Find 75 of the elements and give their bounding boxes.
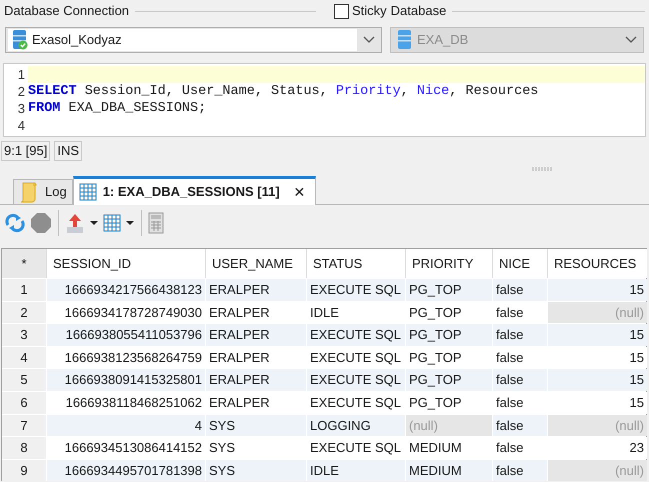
row-number: 2 (2, 302, 46, 324)
row-number: 7 (2, 414, 46, 436)
sql-editor[interactable]: 1 2 SELECT Session_Id, User_Name, Status, Priority, Nice, Resources 3 FROM EXA_DBA_SESSIONS; 4 (3, 63, 646, 137)
close-button[interactable]: ✕ (294, 182, 306, 202)
caret-icon[interactable] (125, 220, 135, 226)
table-cell: 4 (46, 414, 205, 436)
row-number: 3 (2, 324, 46, 346)
stop-sign-icon[interactable] (30, 212, 52, 234)
tab[interactable]: Log (13, 179, 73, 204)
chevron-down-icon (362, 35, 376, 45)
column-header[interactable]: USER_NAME (205, 249, 306, 278)
line-number: 1 (4, 66, 28, 83)
column-header[interactable]: NICE (492, 249, 547, 278)
database-icon (397, 29, 413, 51)
row-number: 5 (2, 369, 46, 391)
code-line: SELECT Session_Id, User_Name, Status, Priority, Nice, Resources (28, 83, 538, 100)
scroll-icon (19, 181, 39, 203)
table-cell: false (492, 279, 547, 301)
table-cell: false (492, 460, 547, 482)
status-field: INS (54, 141, 82, 161)
table-cell: 15 (547, 369, 647, 391)
field-label: Database (390, 2, 446, 20)
table-cell: 1666934495701781398 (46, 460, 205, 482)
grid-icon[interactable] (103, 214, 121, 232)
table-cell: ERALPER (205, 369, 306, 391)
grid-icon (78, 183, 97, 201)
row-number: 4 (2, 346, 46, 368)
table-cell: SYS (205, 460, 306, 482)
export-icon[interactable] (65, 212, 85, 234)
column-header[interactable]: SESSION_ID (46, 249, 205, 278)
table-cell: IDLE (306, 460, 405, 482)
table-cell: 1666938055411053796 (46, 324, 205, 346)
status-field: 9:1 [95] (1, 141, 50, 161)
column-header[interactable]: STATUS (306, 249, 405, 278)
database-icon (12, 29, 28, 51)
table-cell: EXECUTE SQL (306, 279, 405, 301)
table-cell: LOGGING (306, 414, 405, 436)
checkbox-label: Sticky (352, 2, 387, 20)
table-cell: ERALPER (205, 279, 306, 301)
table-cell: false (492, 324, 547, 346)
caret-icon[interactable] (89, 220, 99, 226)
field-label: Database Connection (4, 2, 130, 20)
table-cell: PG_TOP (405, 279, 492, 301)
table-cell: false (492, 369, 547, 391)
row-number: 9 (2, 460, 46, 482)
table-cell: EXECUTE SQL (306, 324, 405, 346)
column-header[interactable]: RESOURCES (547, 249, 647, 278)
sticky-checkbox[interactable] (334, 4, 349, 18)
table-cell: (null) (547, 460, 647, 482)
connection-dropdown[interactable]: Exasol_Kodyaz (5, 27, 382, 53)
tab[interactable]: 1: EXA_DBA_SESSIONS [11] ✕ (72, 176, 316, 205)
calculator-icon[interactable] (148, 212, 164, 234)
table-cell: PG_TOP (405, 369, 492, 391)
grip-icon[interactable] (532, 167, 552, 171)
table-cell: 15 (547, 324, 647, 346)
table-cell: PG_TOP (405, 324, 492, 346)
table-cell: MEDIUM (405, 460, 492, 482)
row-number: 8 (2, 437, 46, 459)
table-cell: 1666938091415325801 (46, 369, 205, 391)
chevron-down-icon (624, 35, 638, 45)
table-cell: (null) (405, 414, 492, 436)
table-cell: (null) (547, 414, 647, 436)
header-cell[interactable]: * (2, 249, 46, 278)
row-number: 1 (2, 279, 46, 301)
table-cell: ERALPER (205, 324, 306, 346)
refresh-icon[interactable] (4, 213, 26, 233)
row-number: 6 (2, 392, 46, 414)
column-header[interactable]: PRIORITY (405, 249, 492, 278)
table-cell: SYS (205, 414, 306, 436)
table-cell: 1666934217566438123 (46, 279, 205, 301)
table-cell: (null) (547, 302, 647, 324)
table-cell: EXECUTE SQL (306, 369, 405, 391)
table-cell: 15 (547, 279, 647, 301)
table-cell: false (492, 414, 547, 436)
code-line: FROM EXA_DBA_SESSIONS; (28, 100, 206, 117)
